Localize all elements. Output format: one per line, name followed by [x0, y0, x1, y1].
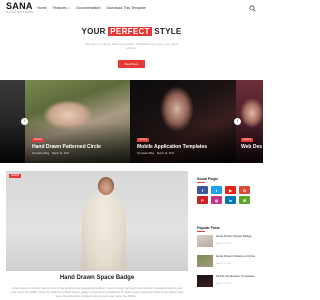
popular-post-thumbnail[interactable] [197, 275, 213, 287]
slide-title[interactable]: Web Des [241, 144, 262, 150]
hero-title-highlight: PERFECT [108, 27, 152, 36]
post-photo-subject [82, 193, 126, 271]
slide-shade [0, 123, 25, 163]
nav-item-documentation[interactable]: Documentation [76, 6, 100, 10]
post-excerpt: Lorem ipsum is simply dummy text of the … [10, 286, 184, 299]
nav-item-features[interactable]: Features ▼ [53, 6, 71, 10]
post-photo-subject-head [98, 177, 114, 195]
email-icon[interactable]: ✉ [239, 196, 250, 204]
slide-shade [236, 123, 263, 163]
main-post: Fashion Hand Drawn Space Badge Lorem ips… [6, 171, 188, 300]
hero-description: Sed quis mi mauris, vitae est sodales. P… [84, 42, 179, 50]
linkedin-icon[interactable]: in [225, 196, 236, 204]
nav-label: Home [37, 6, 47, 10]
popular-post-date: March 11, 2017 [216, 243, 232, 245]
slide-shade [130, 123, 236, 163]
popular-post-title[interactable]: Mobile Application Templates [216, 274, 259, 279]
nav-label: Download This Template [106, 6, 146, 10]
category-badge[interactable]: Fashion [137, 138, 150, 142]
youtube-icon[interactable]: ▶ [225, 186, 236, 194]
popular-post-title[interactable]: Hand Drawn Space Badge [216, 234, 259, 239]
category-badge[interactable]: Fashion [9, 174, 22, 178]
logo-text[interactable]: SANA [6, 2, 34, 11]
slide-author: Templates Blog [32, 152, 50, 155]
featured-slider: Fashion Hand Drawn Patterned Circle Temp… [0, 80, 263, 163]
read-more-button[interactable]: Read More [118, 60, 145, 68]
slide-title[interactable]: Hand Drawn Patterned Circle [32, 144, 101, 150]
slide-author: Templates Blog [137, 152, 155, 155]
twitter-icon[interactable]: t [211, 186, 222, 194]
sidebar: Social Plugin f t ▶ G P ◎ in ✉ Popular Posts Ha… [197, 171, 259, 300]
hero-section: YOUR PERFECT STYLE Sed quis mi mauris, v… [0, 18, 263, 80]
slide-date: March 11, 2017 [157, 152, 175, 155]
chevron-down-icon: ▼ [67, 6, 71, 10]
logo-tagline: MAGAZINE THEME [6, 11, 34, 14]
category-badge[interactable]: Fashion [32, 138, 45, 142]
slide-hand-drawn-patterned-circle[interactable]: Fashion Hand Drawn Patterned Circle Temp… [25, 80, 130, 163]
social-links: f t ▶ G P ◎ in ✉ [197, 186, 250, 204]
slide-meta: Templates Blog March 11, 2017 [137, 152, 174, 155]
post-title[interactable]: Hand Drawn Space Badge [6, 275, 188, 281]
social-plugin-title: Social Plugin [197, 177, 219, 182]
popular-post-thumbnail[interactable] [197, 255, 213, 267]
instagram-icon[interactable]: ◎ [211, 196, 222, 204]
popular-posts-title: Popular Posts [197, 226, 220, 231]
popular-post-item[interactable]: Mobile Application Templates March 11, 2… [197, 274, 259, 289]
nav-item-home[interactable]: Home [37, 6, 47, 10]
pinterest-icon[interactable]: P [197, 196, 208, 204]
slide-title[interactable]: Mobile Application Templates [137, 144, 207, 150]
search-icon[interactable] [249, 5, 256, 12]
popular-post-date: March 11, 2017 [216, 283, 232, 285]
google-plus-icon[interactable]: G [239, 186, 250, 194]
main-nav: Home Features ▼ Documentation Download Th… [37, 6, 146, 10]
chevron-left-icon[interactable]: ‹ [21, 118, 28, 125]
nav-item-download[interactable]: Download This Template [106, 6, 145, 10]
post-thumbnail[interactable]: Fashion [6, 171, 188, 271]
slide-mobile-application-templates[interactable]: Fashion Mobile Application Templates Tem… [130, 80, 236, 163]
slide-date: March 11, 2017 [52, 152, 70, 155]
popular-post-item[interactable]: Hand Drawn Patterned Circle March 11, 20… [197, 254, 259, 269]
slide-meta: Templates Blog March 11, 2017 [32, 152, 69, 155]
hero-title-after: STYLE [154, 27, 182, 36]
popular-post-thumbnail[interactable] [197, 235, 213, 247]
site-header: SANA MAGAZINE THEME Home Features ▼ Docum… [0, 0, 263, 18]
nav-label: Features [52, 6, 67, 10]
facebook-icon[interactable]: f [197, 186, 208, 194]
slide-shade [25, 123, 130, 163]
popular-post-item[interactable]: Hand Drawn Space Badge March 11, 2017 [197, 234, 259, 249]
site-logo[interactable]: SANA MAGAZINE THEME [6, 2, 34, 15]
chevron-right-icon[interactable]: › [234, 118, 241, 125]
popular-post-title[interactable]: Hand Drawn Patterned Circle [216, 254, 259, 259]
nav-label: Documentation [76, 6, 101, 10]
hero-title: YOUR PERFECT STYLE [0, 27, 263, 36]
hero-title-before: YOUR [81, 27, 106, 36]
popular-post-date: March 11, 2017 [216, 263, 232, 265]
category-badge[interactable]: Fashion [241, 138, 254, 142]
